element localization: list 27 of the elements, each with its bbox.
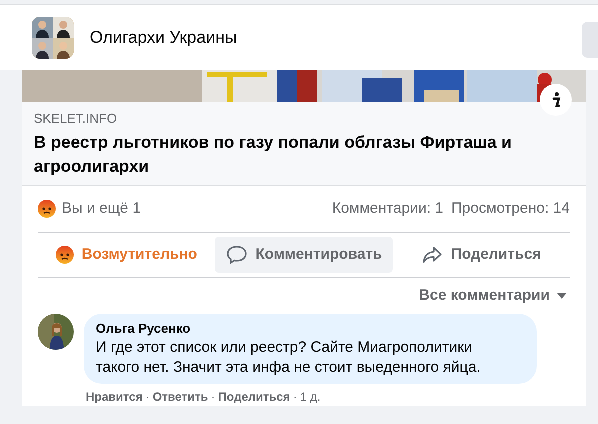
info-icon <box>551 92 561 108</box>
comment-author[interactable]: Ольга Русенко <box>96 320 525 338</box>
comment-time[interactable]: 1 д. <box>300 388 321 406</box>
comment-text: И где этот список или реестр? Сайте Миагрополитики такого нет. Значит эта инфа не стоит выеденного яйца. <box>96 338 482 378</box>
angry-emoji-icon <box>56 246 74 264</box>
speech-bubble-icon <box>226 245 248 265</box>
angry-emoji-icon <box>38 200 56 218</box>
reaction-count[interactable]: Вы и ещё 1 <box>62 198 142 220</box>
share-arrow-icon <box>421 245 444 265</box>
comment-filter[interactable]: Все комментарии <box>419 284 550 308</box>
separator-dot: · <box>293 389 298 406</box>
separator-dot: · <box>146 389 150 406</box>
view-count: Просмотрено: 14 <box>452 198 570 219</box>
comment-action-link[interactable]: Поделиться <box>218 388 290 406</box>
share-button[interactable]: Поделиться <box>392 237 570 273</box>
link-source: SKELET.INFO <box>34 110 118 128</box>
comment-button[interactable]: Комментировать <box>215 237 393 273</box>
reaction-button[interactable]: Возмутительно <box>38 237 216 273</box>
separator-dot: · <box>211 389 216 406</box>
comment-action-link[interactable]: Ответить <box>152 388 208 406</box>
link-headline: В реестр льготников по газу попали облгазы Фирташа и агроолигархи <box>34 132 513 178</box>
avatar[interactable] <box>38 314 74 350</box>
group-title[interactable]: Олигархи Украины <box>90 24 238 50</box>
link-preview[interactable]: SKELET.INFO В реестр льготников по газу попали облгазы Фирташа и агроолигархи <box>22 102 586 186</box>
comment-count[interactable]: Комментарии: 1 <box>332 198 444 220</box>
comment-action-link[interactable]: Нравится <box>86 388 143 406</box>
caret-icon <box>556 292 568 300</box>
